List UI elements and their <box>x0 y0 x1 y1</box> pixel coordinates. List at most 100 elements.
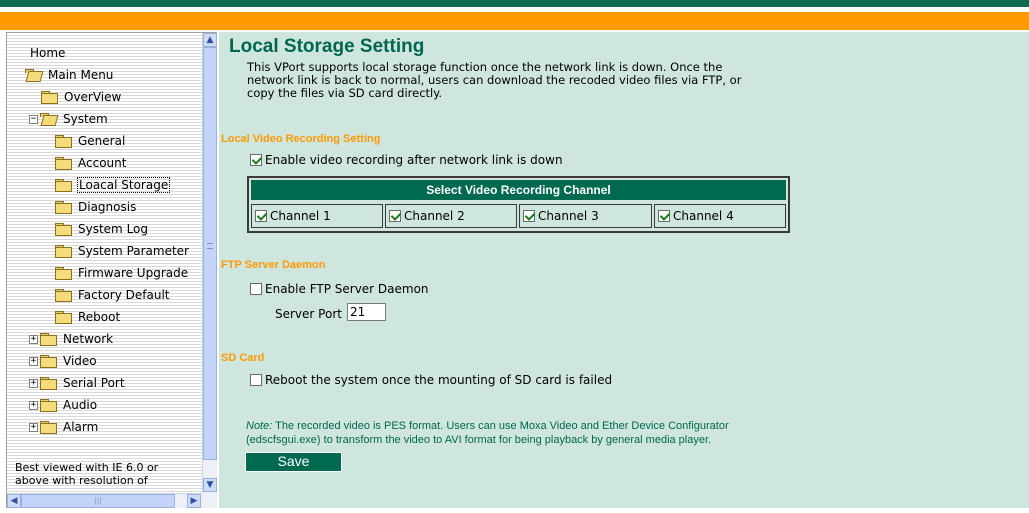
sidebar-item-label: Network <box>63 332 114 346</box>
scroll-up-icon[interactable]: ▲ <box>203 33 217 47</box>
expand-icon[interactable]: + <box>29 356 38 366</box>
expand-icon[interactable]: + <box>29 334 38 344</box>
note-prefix: Note: <box>246 420 273 432</box>
section-title-ftp: FTP Server Daemon <box>221 259 326 271</box>
sidebar-item-network[interactable]: + Network <box>29 329 114 349</box>
nav-main-menu[interactable]: Main Menu <box>25 65 114 85</box>
folder-icon <box>41 91 58 104</box>
sidebar-item-alarm[interactable]: + Alarm <box>29 417 99 437</box>
intro-text: This VPort supports local storage functi… <box>247 61 827 100</box>
scroll-thumb[interactable]: ||| <box>21 494 175 508</box>
sd-reboot-label: Reboot the system once the mounting of S… <box>265 373 613 387</box>
channel-label: Channel 1 <box>270 209 331 223</box>
channel-label: Channel 3 <box>538 209 599 223</box>
sidebar-item-system-log[interactable]: System Log <box>55 219 149 239</box>
sidebar-item-label: Firmware Upgrade <box>78 266 189 280</box>
page-title: Local Storage Setting <box>229 36 425 57</box>
section-title-recording: Local Video Recording Setting <box>221 133 381 145</box>
expand-icon[interactable]: + <box>29 400 38 410</box>
scroll-grip-icon <box>207 243 213 249</box>
channel-label: Channel 2 <box>404 209 465 223</box>
sidebar-item-label: System Log <box>78 222 148 236</box>
expand-icon[interactable]: + <box>29 378 38 388</box>
sidebar-item-label: System <box>63 112 108 126</box>
save-button[interactable]: Save <box>245 452 342 472</box>
sidebar-item-label: OverView <box>64 90 122 104</box>
folder-icon <box>55 245 72 258</box>
enable-ftp-row: Enable FTP Server Daemon <box>250 282 429 296</box>
sidebar-item-system[interactable]: − System <box>29 109 109 129</box>
sidebar-horizontal-scrollbar[interactable]: ◀ ||| ▶ <box>7 493 202 508</box>
collapse-icon[interactable]: − <box>29 114 38 124</box>
sidebar-item-label: General <box>78 134 126 148</box>
enable-ftp-checkbox[interactable] <box>250 283 262 295</box>
sidebar-item-general[interactable]: General <box>55 131 126 151</box>
channel-cell-2: Channel 2 <box>385 204 517 228</box>
folder-icon <box>55 179 72 192</box>
scroll-down-icon[interactable]: ▼ <box>203 478 217 492</box>
sidebar-item-factory-default[interactable]: Factory Default <box>55 285 171 305</box>
note-line: (edscfsgui.exe) to transform the video t… <box>246 434 712 446</box>
enable-recording-label: Enable video recording after network lin… <box>265 153 563 167</box>
folder-icon <box>55 311 72 324</box>
channel-cell-4: Channel 4 <box>654 204 786 228</box>
sidebar-item-video[interactable]: + Video <box>29 351 98 371</box>
sidebar-item-account[interactable]: Account <box>55 153 127 173</box>
folder-icon <box>40 421 57 434</box>
sidebar-item-label: Audio <box>63 398 98 412</box>
sidebar-item-diagnosis[interactable]: Diagnosis <box>55 197 137 217</box>
channel-table: Select Video Recording Channel Channel 1… <box>247 176 790 233</box>
channel-3-checkbox[interactable] <box>523 210 535 222</box>
sidebar-item-label: System Parameter <box>78 244 189 258</box>
sidebar-vertical-scrollbar[interactable]: ▲ ▼ <box>202 33 217 493</box>
footer-line: above with resolution of <box>15 474 148 487</box>
sidebar-item-label: Diagnosis <box>78 200 137 214</box>
scroll-left-icon[interactable]: ◀ <box>7 494 21 508</box>
header-green-bar <box>0 0 1029 7</box>
server-port-input[interactable] <box>347 303 386 321</box>
enable-recording-checkbox[interactable] <box>250 154 262 166</box>
nav-main-menu-label: Main Menu <box>48 68 114 82</box>
channel-2-checkbox[interactable] <box>389 210 401 222</box>
nav-home-label: Home <box>30 46 66 60</box>
sidebar-item-overview[interactable]: OverView <box>41 87 122 107</box>
sidebar-item-audio[interactable]: + Audio <box>29 395 98 415</box>
folder-open-icon <box>25 69 41 81</box>
nav-tree: Home Main Menu OverView − System General… <box>7 33 202 493</box>
folder-icon <box>55 223 72 236</box>
section-title-sd-card: SD Card <box>221 352 265 364</box>
sidebar-item-firmware-upgrade[interactable]: Firmware Upgrade <box>55 263 189 283</box>
sidebar-item-system-parameter[interactable]: System Parameter <box>55 241 190 261</box>
folder-open-icon <box>40 113 56 125</box>
note-text: Note: The recorded video is PES format. … <box>246 419 806 447</box>
sidebar-item-label: Reboot <box>78 310 121 324</box>
folder-icon <box>55 135 72 148</box>
channel-label: Channel 4 <box>673 209 734 223</box>
sidebar-item-serial-port[interactable]: + Serial Port <box>29 373 126 393</box>
folder-icon <box>55 201 72 214</box>
sd-reboot-checkbox[interactable] <box>250 374 262 386</box>
folder-icon <box>55 267 72 280</box>
intro-line: copy the files via SD card directly. <box>247 86 443 100</box>
sidebar-item-label: Serial Port <box>63 376 125 390</box>
sidebar-item-label: Loacal Storage <box>77 177 171 193</box>
folder-icon <box>40 333 57 346</box>
folder-icon <box>55 289 72 302</box>
sidebar-item-local-storage[interactable]: Loacal Storage <box>55 175 171 195</box>
header-orange-bar <box>0 12 1029 30</box>
expand-icon[interactable]: + <box>29 422 38 432</box>
scroll-thumb[interactable] <box>203 47 217 460</box>
nav-home[interactable]: Home <box>29 43 66 63</box>
channel-4-checkbox[interactable] <box>658 210 670 222</box>
sidebar-item-label: Factory Default <box>78 288 170 302</box>
sidebar-item-reboot[interactable]: Reboot <box>55 307 121 327</box>
folder-icon <box>40 355 57 368</box>
folder-icon <box>40 377 57 390</box>
sd-reboot-row: Reboot the system once the mounting of S… <box>250 373 612 387</box>
main-content: Local Storage Setting This VPort support… <box>219 32 1029 508</box>
scrollbar-corner <box>202 493 217 508</box>
sidebar-item-label: Account <box>78 156 127 170</box>
server-port-label: Server Port <box>275 307 342 321</box>
channel-1-checkbox[interactable] <box>255 210 267 222</box>
scroll-right-icon[interactable]: ▶ <box>187 494 201 508</box>
